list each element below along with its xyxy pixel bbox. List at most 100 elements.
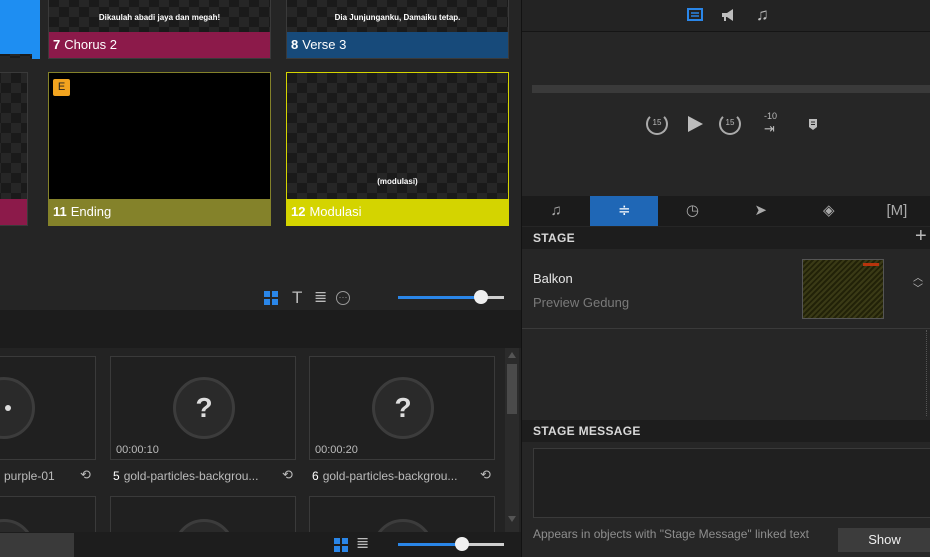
slider-fill <box>398 296 481 299</box>
media-bottom-bar: ≣ <box>0 532 521 557</box>
slide-zoom-slider[interactable] <box>398 290 504 306</box>
slider-knob[interactable] <box>455 537 469 551</box>
stage-screen-name: Balkon <box>533 271 573 286</box>
slide-name: Chorus 2 <box>64 37 117 52</box>
slide-label: 7 Chorus 2 <box>49 32 270 58</box>
tab-macros[interactable]: [M] <box>863 196 930 226</box>
stage-layout-thumbnail <box>802 259 884 319</box>
slide-thumbnail: E <box>49 73 270 199</box>
skip-back-button[interactable]: 15 <box>646 113 668 135</box>
media-item[interactable]: ? 00:00:20 <box>309 356 495 460</box>
tab-music[interactable]: ♫ <box>522 196 590 226</box>
slide-name: Ending <box>70 204 112 219</box>
layers-icon: ◈ <box>823 202 835 219</box>
list-icon[interactable]: ≣ <box>356 534 369 554</box>
scroll-up-icon[interactable] <box>508 352 516 358</box>
slide-number: 7 <box>53 37 61 52</box>
loop-icon[interactable]: ⟲ <box>282 467 293 483</box>
media-label: purple-01 <box>4 469 55 483</box>
media-label: 5 gold-particles-backgrou... <box>113 469 258 483</box>
music-icon[interactable]: ♫ <box>756 5 769 25</box>
media-item[interactable] <box>309 496 495 557</box>
ending-badge: E <box>53 79 70 96</box>
macros-icon: [M] <box>886 202 908 219</box>
question-icon: ? <box>394 392 412 423</box>
stage-message-header: STAGE MESSAGE <box>522 420 930 442</box>
stage-icon: ≑ <box>617 202 631 219</box>
scroll-thumb[interactable] <box>507 364 517 414</box>
show-button[interactable]: Show <box>838 528 930 552</box>
skip-forward-amount: 15 <box>725 118 735 127</box>
slide-label: 11 Ending <box>49 199 270 225</box>
stage-message-input[interactable] <box>533 448 930 518</box>
slide-label: 8 Verse 3 <box>287 32 508 58</box>
media-item[interactable] <box>0 496 96 557</box>
scroll-down-icon[interactable] <box>508 516 516 522</box>
tab-props[interactable]: ◈ <box>795 196 863 226</box>
media-bin: purple-01 ⟲ ? 00:00:10 5 gold-particles-b… <box>0 348 521 557</box>
audio-mode-bar: ♫ <box>522 0 930 32</box>
scroll-dot <box>5 405 11 411</box>
slider-knob[interactable] <box>474 290 488 304</box>
list-icon[interactable]: ≣ <box>314 288 327 308</box>
media-scrollbar[interactable] <box>505 348 519 532</box>
media-name: gold-particles-backgrou... <box>322 469 458 483</box>
slides-icon[interactable] <box>687 8 703 22</box>
tab-messages[interactable]: ➤ <box>727 196 795 226</box>
send-icon: ➤ <box>754 202 767 219</box>
tab-stage[interactable]: ≑ <box>590 196 659 226</box>
stage-screen-row[interactable]: Balkon Preview Gedung ︿ ﹀ <box>522 251 930 329</box>
stage-title: STAGE <box>533 231 575 245</box>
pane-divider[interactable] <box>0 310 521 348</box>
media-item[interactable] <box>0 356 96 460</box>
media-item[interactable] <box>110 496 296 557</box>
slide-modulasi[interactable]: (modulasi) 12 Modulasi <box>286 72 509 226</box>
media-duration: 00:00:20 <box>315 444 358 456</box>
slide-ending[interactable]: E 11 Ending <box>48 72 271 226</box>
add-stage-button[interactable]: + <box>915 225 927 247</box>
skip-forward-button[interactable]: 15 <box>719 113 741 135</box>
stage-message-hint: Appears in objects with "Stage Message" … <box>533 527 809 541</box>
right-pane: ♫ 15 15 -10 ⇥ ♫ ≑ ◷ ➤ ◈ [M] STAGE + Balk… <box>521 0 930 557</box>
slide-partial-top[interactable] <box>0 0 32 58</box>
tab-timer[interactable]: ◷ <box>658 196 726 226</box>
media-zoom-slider[interactable] <box>398 537 504 553</box>
stage-header: STAGE + <box>522 225 930 249</box>
play-icon[interactable] <box>685 114 705 134</box>
slider-fill <box>398 543 462 546</box>
slide-chorus-2[interactable]: Dikaulah abadi jaya dan megah! 7 Chorus 2 <box>48 0 271 59</box>
media-search-field[interactable] <box>0 533 74 557</box>
media-duration: 00:00:10 <box>116 444 159 456</box>
loop-icon[interactable]: ⟲ <box>480 467 491 483</box>
text-icon[interactable]: T <box>292 288 302 308</box>
slide-label: 12 Modulasi <box>287 199 508 225</box>
slide-partial-bottom[interactable] <box>0 72 28 226</box>
media-label: 6 gold-particles-backgrou... <box>312 469 457 483</box>
offset-value: -10 <box>764 111 778 121</box>
music-icon: ♫ <box>550 202 562 219</box>
more-icon[interactable]: ··· <box>336 291 350 305</box>
slide-thumbnail: Dikaulah abadi jaya dan megah! <box>49 0 270 32</box>
marker-icon[interactable] <box>808 118 818 131</box>
audio-panel: 15 15 -10 ⇥ <box>522 33 930 196</box>
loop-icon[interactable]: ⟲ <box>80 467 91 483</box>
slide-thumbnail: Dia Junjunganku, Damaiku tetap. <box>287 0 508 32</box>
skip-back-amount: 15 <box>652 118 662 127</box>
slide-number: 12 <box>291 204 306 219</box>
media-item[interactable]: ? 00:00:10 <box>110 356 296 460</box>
media-number: 6 <box>312 469 319 483</box>
slide-name: Modulasi <box>309 204 362 219</box>
slide-number: 11 <box>53 204 67 219</box>
grid-icon[interactable] <box>264 291 278 305</box>
announcement-icon[interactable] <box>720 7 736 23</box>
grid-icon[interactable] <box>334 538 348 552</box>
slide-verse-3[interactable]: Dia Junjunganku, Damaiku tetap. 8 Verse 3 <box>286 0 509 59</box>
stage-layout-name: Preview Gedung <box>533 295 630 310</box>
offset-button[interactable]: -10 ⇥ <box>762 111 790 137</box>
stage-list-scrollbar[interactable] <box>926 330 927 416</box>
selection-highlight <box>0 0 32 54</box>
audio-progress-bar[interactable] <box>532 85 930 93</box>
layout-chooser-icon[interactable]: ︿ ﹀ <box>912 273 924 295</box>
slide-lyric-line: Dia Junjunganku, Damaiku tetap. <box>334 13 461 22</box>
slide-thumbnail: (modulasi) <box>287 73 508 199</box>
